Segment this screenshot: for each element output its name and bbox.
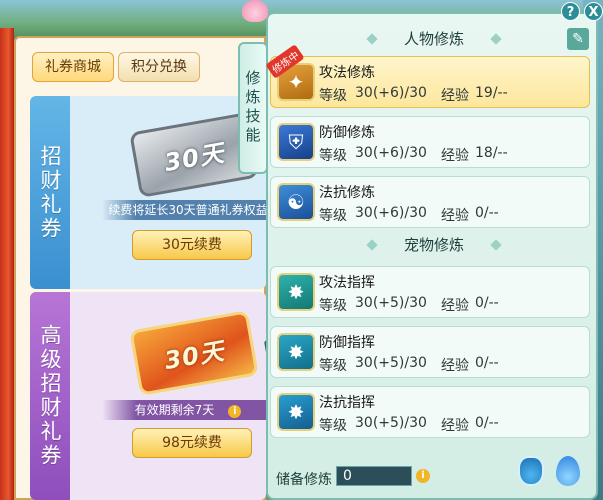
skill-row[interactable]: ✸ 防御指挥 等级 30(+5)/30 经验 0/-- <box>270 326 590 378</box>
skill-row[interactable]: ⛨ 防御修炼 等级 30(+6)/30 经验 18/-- <box>270 116 590 168</box>
exp-label: 经验 <box>441 358 469 374</box>
pet-section-title: 宠物修炼 <box>374 234 494 256</box>
level-label: 等级 <box>319 358 347 374</box>
card-side-title: 高级招财礼券 <box>30 292 70 500</box>
level-label: 等级 <box>319 298 347 314</box>
level-value: 30(+6)/30 <box>355 85 427 101</box>
card-side-title: 招财礼券 <box>30 96 70 289</box>
exp-value: 0/-- <box>475 355 499 371</box>
tab-cultivation-skills[interactable]: 修炼技能 <box>238 42 268 174</box>
flame-icon[interactable] <box>556 456 580 486</box>
level-value: 30(+6)/30 <box>355 145 427 161</box>
character-section-title: 人物修炼 <box>374 28 494 50</box>
skill-name: 攻法指挥 <box>319 275 375 291</box>
skill-name: 防御指挥 <box>319 335 375 351</box>
skill-row[interactable]: ✸ 法抗指挥 等级 30(+5)/30 经验 0/-- <box>270 386 590 438</box>
exp-value: 18/-- <box>475 145 508 161</box>
skill-row[interactable]: ✸ 攻法指挥 等级 30(+5)/30 经验 0/-- <box>270 266 590 318</box>
level-label: 等级 <box>319 88 347 104</box>
level-label: 等级 <box>319 148 347 164</box>
skill-name: 防御修炼 <box>319 125 375 141</box>
exp-value: 19/-- <box>475 85 508 101</box>
coupon-note: 续费将延长30天普通礼券权益 <box>102 200 266 220</box>
exp-label: 经验 <box>441 88 469 104</box>
skill-name: 攻法修炼 <box>319 65 375 81</box>
info-icon[interactable]: i <box>416 469 430 483</box>
premium-fortune-coupon-card: 高级招财礼券 30天 有效期剩余7天 i 98元续费 <box>30 292 266 500</box>
skill-row[interactable]: ✦ 修炼中 攻法修炼 等级 30(+6)/30 经验 19/-- <box>265 44 590 108</box>
pet-defense-icon: ✸ <box>277 333 315 371</box>
renew-98-button[interactable]: 98元续费 <box>132 428 252 458</box>
pet-resist-icon: ✸ <box>277 393 315 431</box>
exp-value: 0/-- <box>475 415 499 431</box>
info-icon[interactable]: i <box>228 405 242 418</box>
exp-label: 经验 <box>441 298 469 314</box>
level-label: 等级 <box>319 418 347 434</box>
level-value: 30(+5)/30 <box>355 415 427 431</box>
level-label: 等级 <box>319 208 347 224</box>
help-button[interactable]: ? <box>561 2 580 21</box>
pet-attack-icon: ✸ <box>277 273 315 311</box>
resist-skill-icon: ☯ <box>277 183 315 221</box>
fortune-coupon-card: 招财礼券 30天 续费将延长30天普通礼券权益 30元续费 <box>30 96 266 289</box>
level-value: 30(+6)/30 <box>355 205 427 221</box>
skill-name: 法抗指挥 <box>319 395 375 411</box>
scene-red-wall <box>0 28 14 500</box>
coupon-shop-panel: 礼券商城 积分兑换 招财礼券 30天 续费将延长30天普通礼券权益 30元续费 … <box>14 36 266 500</box>
defense-skill-icon: ⛨ <box>277 123 315 161</box>
level-value: 30(+5)/30 <box>355 295 427 311</box>
gold-coupon-image: 30天 <box>129 310 266 396</box>
tab-coupon-shop[interactable]: 礼券商城 <box>32 52 114 82</box>
exp-value: 0/-- <box>475 295 499 311</box>
close-button[interactable]: X <box>584 2 603 21</box>
tab-points-exchange[interactable]: 积分兑换 <box>118 52 200 82</box>
exp-label: 经验 <box>441 418 469 434</box>
skill-name: 法抗修炼 <box>319 185 375 201</box>
exp-label: 经验 <box>441 148 469 164</box>
level-value: 30(+5)/30 <box>355 355 427 371</box>
exp-label: 经验 <box>441 208 469 224</box>
exp-value: 0/-- <box>475 205 499 221</box>
lotus-ornament-icon <box>242 0 268 22</box>
reserve-label: 储备修炼 <box>276 472 332 488</box>
edit-icon[interactable]: ✎ <box>567 28 589 50</box>
skill-row[interactable]: ☯ 法抗修炼 等级 30(+6)/30 经验 0/-- <box>270 176 590 228</box>
renew-30-button[interactable]: 30元续费 <box>132 230 252 260</box>
potion-icon[interactable] <box>518 456 544 486</box>
reserve-input[interactable] <box>336 466 412 486</box>
coupon-note: 有效期剩余7天 i <box>102 400 266 420</box>
